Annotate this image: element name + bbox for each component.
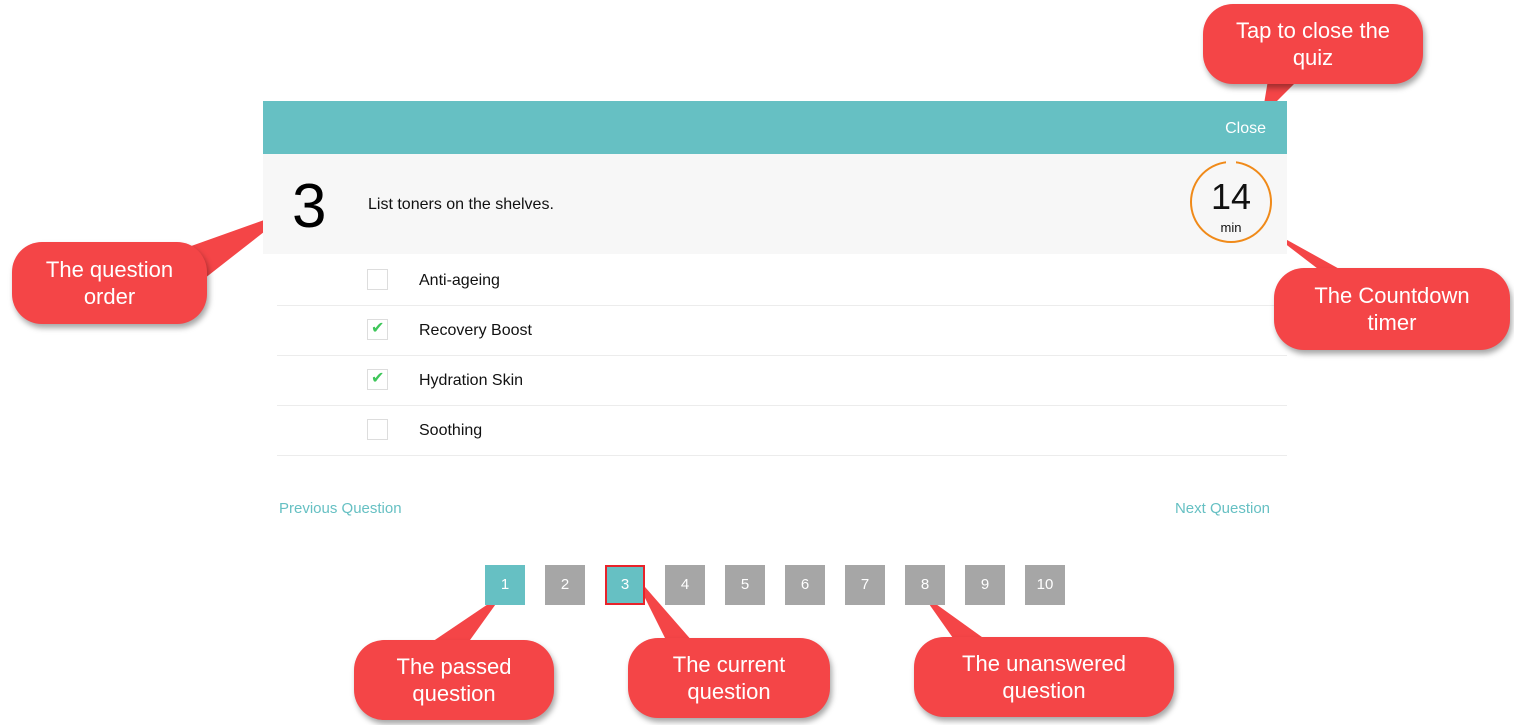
page-button[interactable]: 3 — [605, 565, 645, 605]
answer-option[interactable]: ✔ Hydration Skin — [277, 356, 1287, 406]
option-checkbox[interactable]: ✔ — [367, 369, 388, 390]
answer-option[interactable]: Anti-ageing — [277, 256, 1287, 306]
option-label: Recovery Boost — [419, 322, 532, 339]
callout-order-text: The question order — [45, 257, 174, 309]
callout-question-order: The question order — [12, 242, 207, 324]
page-button[interactable]: 6 — [785, 565, 825, 605]
page-button[interactable]: 1 — [485, 565, 525, 605]
question-band: 3 List toners on the shelves. 14 min — [263, 154, 1287, 254]
check-icon: ✔ — [371, 320, 385, 337]
previous-question-link[interactable]: Previous Question — [279, 500, 402, 517]
option-checkbox[interactable] — [367, 269, 388, 290]
page-button[interactable]: 9 — [965, 565, 1005, 605]
answer-option[interactable]: ✔ Recovery Boost — [277, 306, 1287, 356]
answer-option[interactable]: Soothing — [277, 406, 1287, 456]
quiz-header: Close — [263, 101, 1287, 154]
page-button[interactable]: 10 — [1025, 565, 1065, 605]
callout-countdown-timer: The Countdown timer — [1274, 268, 1510, 350]
question-number: 3 — [292, 172, 327, 241]
callout-current-text: The current question — [672, 652, 786, 704]
timer-value: 14 — [1210, 176, 1252, 217]
page-button[interactable]: 7 — [845, 565, 885, 605]
page-button[interactable]: 8 — [905, 565, 945, 605]
page-button[interactable]: 4 — [665, 565, 705, 605]
callout-passed-question: The passed question — [354, 640, 554, 720]
option-checkbox[interactable] — [367, 419, 388, 440]
page-button[interactable]: 5 — [725, 565, 765, 605]
callout-unanswered-text: The unanswered question — [962, 651, 1126, 703]
timer-unit: min — [1220, 220, 1242, 235]
callout-unanswered-question: The unanswered question — [914, 637, 1174, 717]
check-icon: ✔ — [371, 370, 385, 387]
option-label: Hydration Skin — [419, 372, 524, 389]
countdown-timer: 14 min — [1190, 159, 1272, 243]
callout-timer-text: The Countdown timer — [1314, 283, 1470, 335]
option-label: Anti-ageing — [419, 272, 500, 289]
callout-close-text: Tap to close the quiz — [1235, 18, 1391, 70]
answer-options: Anti-ageing ✔ Recovery Boost ✔ Hydration… — [277, 256, 1287, 456]
question-text: List toners on the shelves. — [368, 196, 554, 213]
close-button[interactable]: Close — [1225, 120, 1266, 138]
callout-current-question: The current question — [628, 638, 830, 718]
callout-close: Tap to close the quiz — [1203, 4, 1423, 84]
option-label: Soothing — [419, 422, 483, 439]
page-button[interactable]: 2 — [545, 565, 585, 605]
option-checkbox[interactable]: ✔ — [367, 319, 388, 340]
next-question-link[interactable]: Next Question — [1175, 500, 1270, 517]
callout-passed-text: The passed question — [396, 654, 512, 706]
